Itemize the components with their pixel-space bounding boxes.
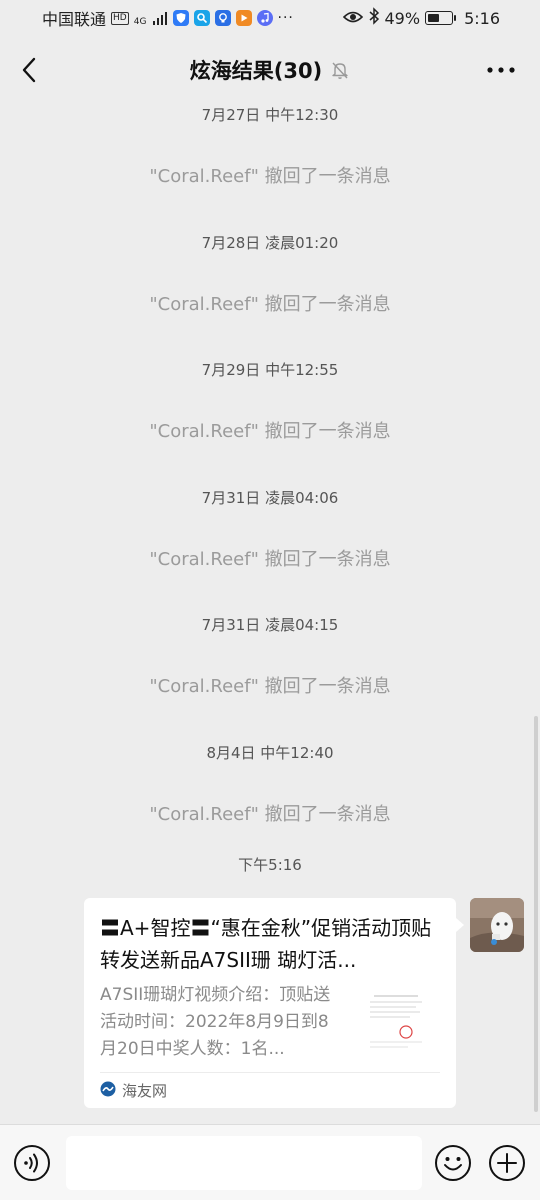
- status-bar-left: 中国联通 HD 4G ···: [42, 6, 294, 30]
- back-arrow-icon: [22, 57, 36, 83]
- message-timestamp: 7月31日 凌晨04:15: [201, 616, 339, 634]
- recalled-message-notice: "Coral.Reef" 撤回了一条消息: [149, 421, 391, 442]
- bluetooth-icon: [368, 7, 380, 29]
- hd-badge: HD: [111, 11, 129, 25]
- recalled-message-notice: "Coral.Reef" 撤回了一条消息: [149, 294, 391, 315]
- more-dots-icon: [487, 67, 515, 73]
- link-card-divider: [100, 1072, 440, 1073]
- plus-icon: [489, 1145, 525, 1181]
- clock: 5:16: [464, 8, 500, 28]
- message-timestamp: 下午5:16: [238, 856, 302, 874]
- message-timestamp: 8月4日 中午12:40: [206, 744, 334, 762]
- title-wrap: 炫海结果(30): [190, 55, 350, 85]
- status-bar: 中国联通 HD 4G ··· 49% 5:16: [0, 0, 540, 36]
- more-notifications-icon: ···: [277, 10, 294, 26]
- more-functions-button[interactable]: [488, 1144, 526, 1182]
- scrollbar[interactable]: [534, 716, 538, 1112]
- bulb-app-icon: [214, 10, 231, 26]
- signal-icon: 4G: [134, 9, 168, 28]
- link-card-source: 海友网: [100, 1080, 167, 1101]
- message-timestamp: 7月29日 中午12:55: [201, 361, 339, 379]
- voice-icon: [14, 1145, 50, 1181]
- more-options-button[interactable]: [486, 56, 516, 84]
- search-app-icon: [193, 10, 210, 26]
- link-card-description: A7SII珊瑚灯视频介绍：顶贴送活动时间：2022年8月9日到8月20日中奖人数…: [100, 985, 331, 1059]
- sender-avatar[interactable]: [470, 898, 524, 952]
- source-logo-icon: [100, 1081, 116, 1101]
- link-card-title: 〓A+智控〓“惠在金秋”促销活动顶贴转发送新品A7SII珊 瑚灯活...: [100, 916, 432, 972]
- link-card-message[interactable]: 〓A+智控〓“惠在金秋”促销活动顶贴转发送新品A7SII珊 瑚灯活... A7S…: [84, 898, 464, 1108]
- shield-app-icon: [172, 10, 189, 26]
- link-card-thumbnail: [360, 988, 432, 1060]
- mute-bell-icon: [330, 60, 350, 80]
- back-button[interactable]: [12, 50, 46, 90]
- battery-icon: [425, 11, 457, 25]
- status-bar-right: 49% 5:16: [342, 7, 500, 29]
- emoji-icon: [435, 1145, 471, 1181]
- network-type-label: 4G: [133, 16, 147, 27]
- message-input[interactable]: [66, 1136, 422, 1190]
- recalled-message-notice: "Coral.Reef" 撤回了一条消息: [149, 166, 391, 187]
- battery-fill: [428, 14, 440, 22]
- emoji-button[interactable]: [434, 1144, 472, 1182]
- video-app-icon: [235, 10, 252, 26]
- chat-header: 炫海结果(30): [0, 36, 540, 104]
- message-timestamp: 7月27日 中午12:30: [201, 106, 339, 124]
- voice-input-button[interactable]: [13, 1144, 51, 1182]
- recalled-message-notice: "Coral.Reef" 撤回了一条消息: [149, 549, 391, 570]
- battery-percent: 49%: [384, 8, 421, 28]
- chat-title: 炫海结果(30): [189, 59, 323, 83]
- input-bar: [0, 1124, 540, 1200]
- message-timestamp: 7月31日 凌晨04:06: [201, 489, 339, 507]
- chat-message-list[interactable]: 7月27日 中午12:30 "Coral.Reef" 撤回了一条消息 7月28日…: [0, 104, 540, 1124]
- carrier-label: 中国联通: [42, 10, 107, 29]
- music-app-icon: [256, 10, 273, 26]
- message-timestamp: 7月28日 凌晨01:20: [201, 234, 339, 252]
- recalled-message-notice: "Coral.Reef" 撤回了一条消息: [149, 804, 391, 825]
- link-card-source-name: 海友网: [122, 1082, 168, 1100]
- recalled-message-notice: "Coral.Reef" 撤回了一条消息: [149, 676, 391, 697]
- eye-icon: [342, 9, 363, 28]
